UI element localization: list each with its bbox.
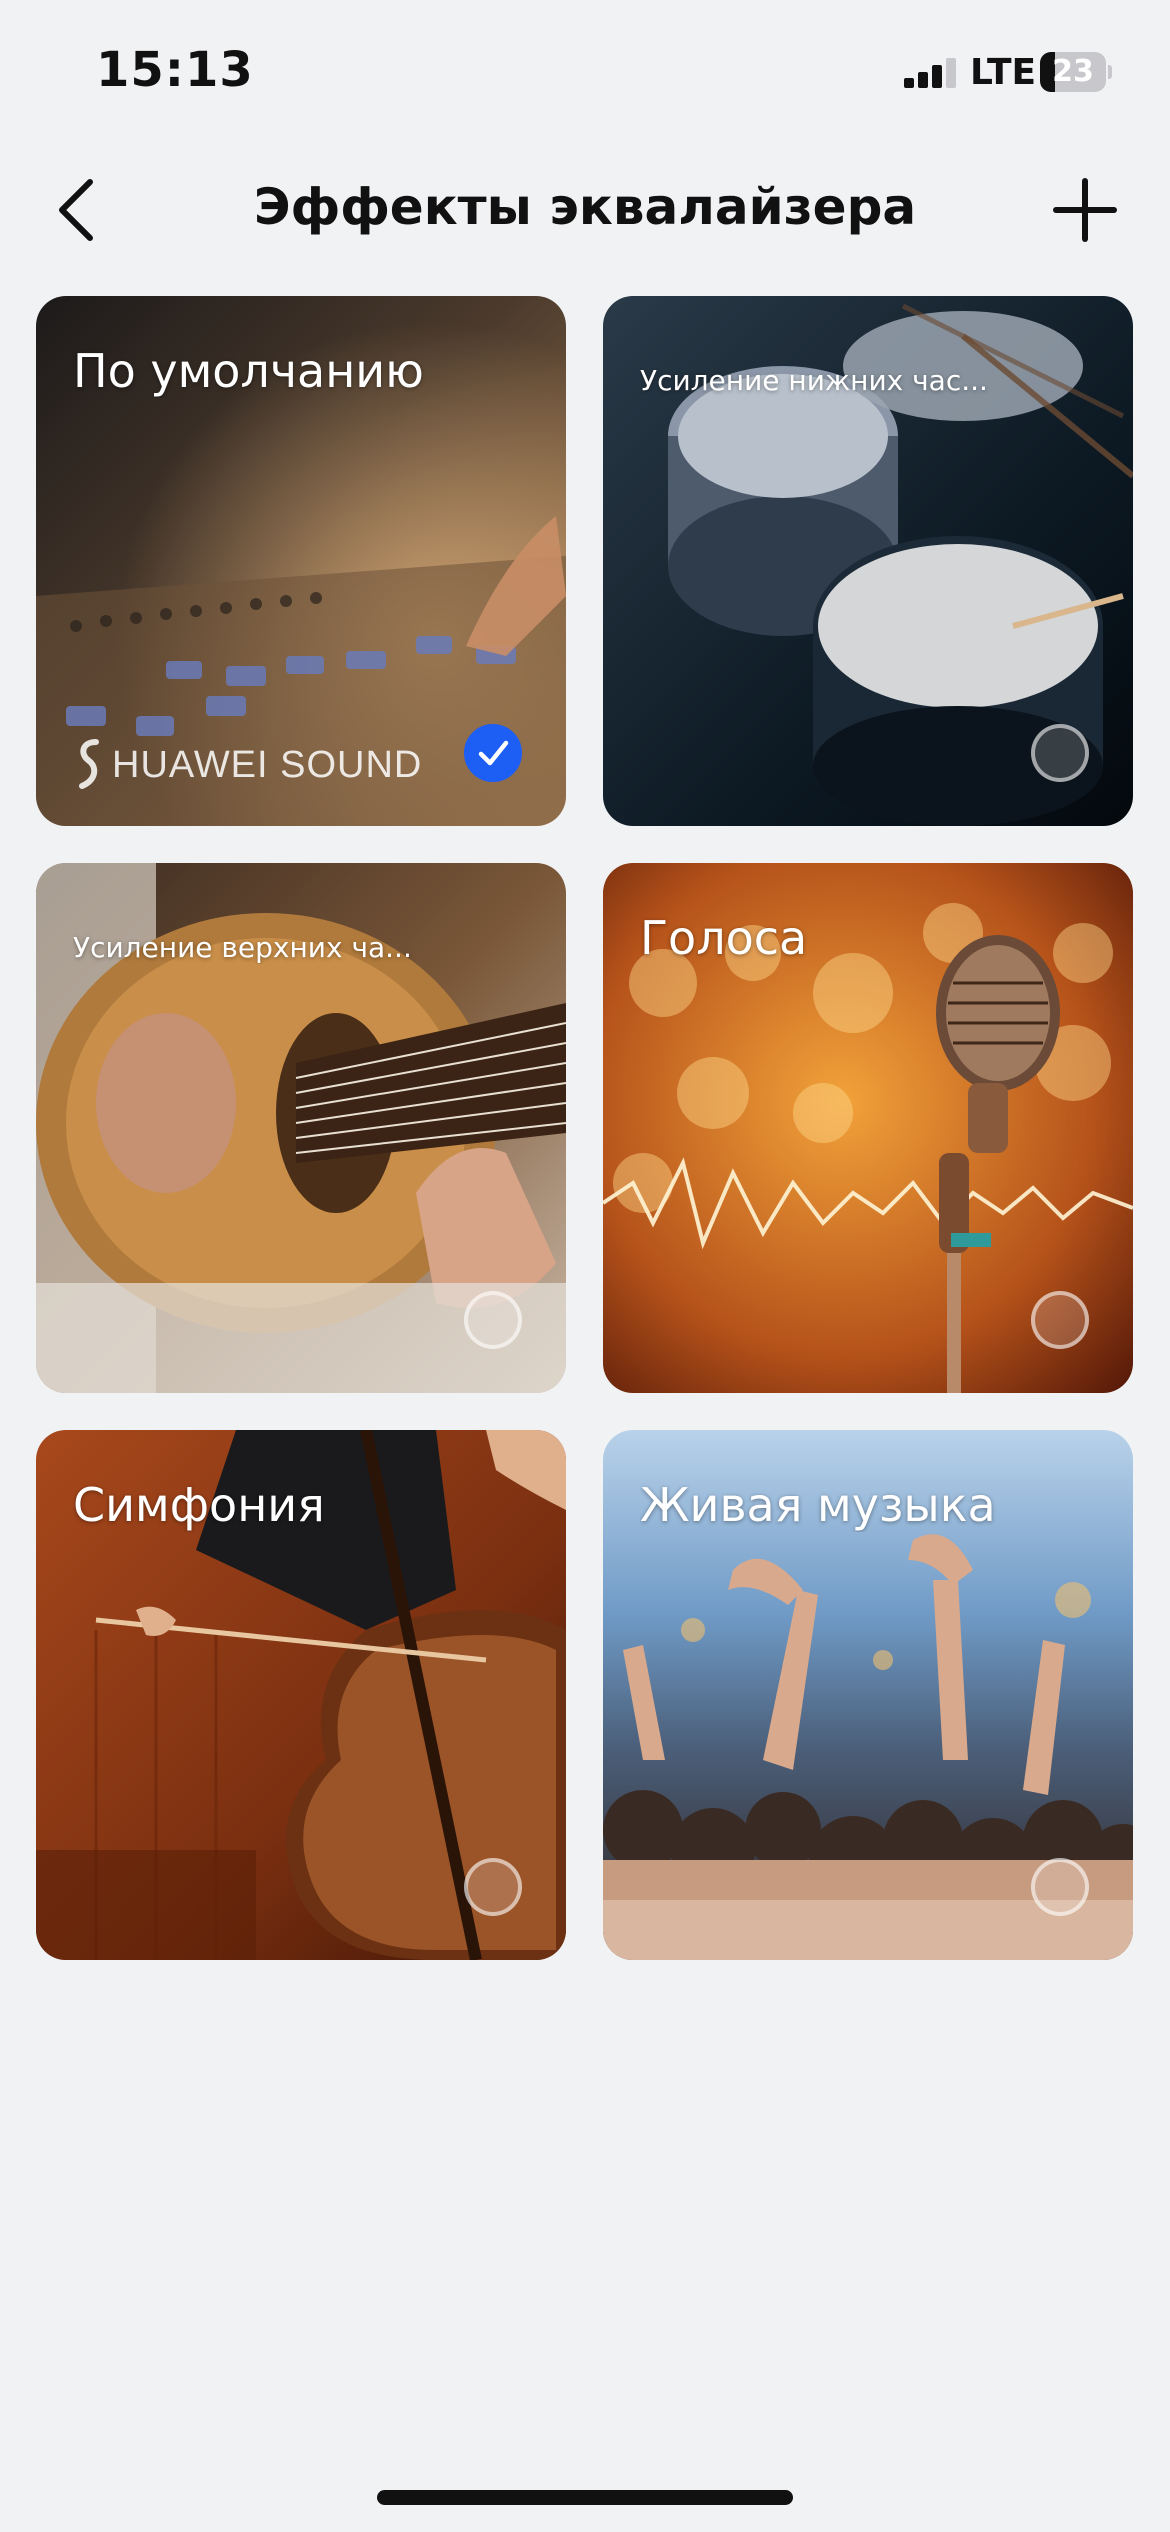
network-type: LTE [970,52,1037,93]
unselected-radio-icon[interactable] [464,1858,522,1916]
unselected-radio-icon[interactable] [464,1291,522,1349]
status-time: 15:13 [96,42,254,98]
huawei-sound-mark-icon [79,739,99,789]
unselected-radio-icon[interactable] [1031,1858,1089,1916]
preset-label: Усиление верхних ча... [73,931,412,964]
preset-card-symphony[interactable]: Симфония [36,1430,566,1960]
add-button[interactable] [1050,175,1120,245]
plus-icon [1053,178,1117,242]
preset-label: Голоса [640,911,808,965]
preset-label: По умолчанию [73,344,424,398]
preset-label: Усиление нижних час... [640,364,988,397]
selected-check-icon[interactable] [464,724,522,782]
preset-card-treble[interactable]: Усиление верхних ча... [36,863,566,1393]
status-bar: 15:13 LTE 23 [0,0,1170,150]
unselected-radio-icon[interactable] [1031,724,1089,782]
huawei-sound-logo: HUAWEI SOUND [72,736,432,796]
brand-text: HUAWEI SOUND [112,744,423,786]
cellular-signal-icon [904,58,956,88]
back-button[interactable] [40,170,110,250]
battery-icon: 23 [1040,52,1112,92]
preset-card-default[interactable]: По умолчанию HUAWEI SOUND [36,296,566,826]
preset-card-vocals[interactable]: Голоса [603,863,1133,1393]
chevron-left-icon [59,179,93,241]
battery-level: 23 [1052,54,1094,89]
preset-card-live[interactable]: Живая музыка [603,1430,1133,1960]
unselected-radio-icon[interactable] [1031,1291,1089,1349]
home-indicator[interactable] [377,2490,793,2505]
header: Эффекты эквалайзера [0,150,1170,270]
preset-card-bass[interactable]: Усиление нижних час... [603,296,1133,826]
preset-label: Симфония [73,1478,325,1532]
preset-label: Живая музыка [640,1478,996,1532]
page-title: Эффекты эквалайзера [253,178,917,236]
